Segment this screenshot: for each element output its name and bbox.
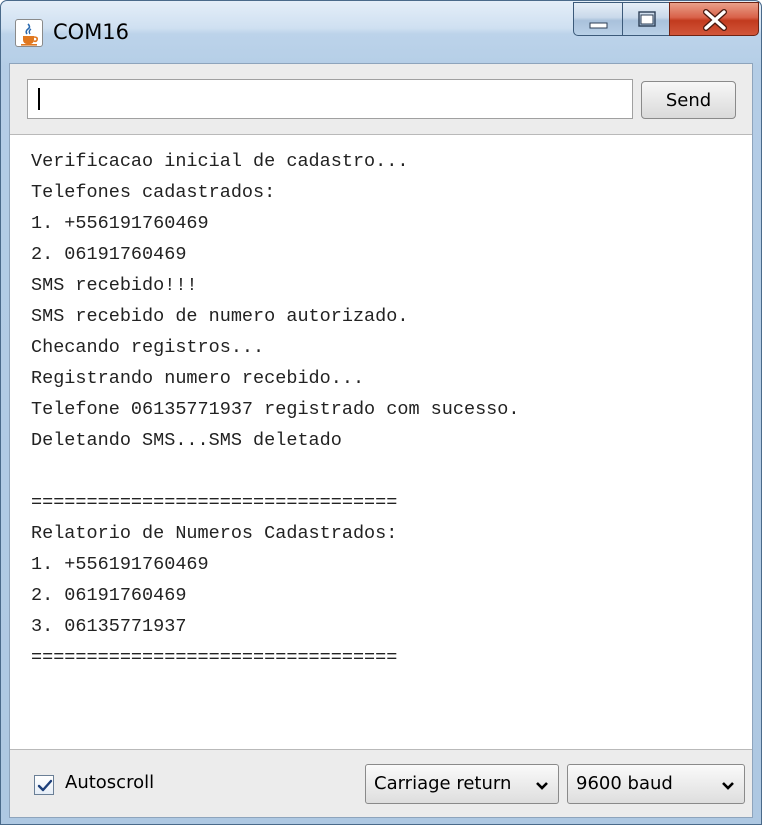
- send-row: Send: [10, 64, 752, 134]
- console-line: 2. 06191760469: [31, 244, 187, 265]
- serial-monitor-client: Send Verificacao inicial de cadastro... …: [9, 63, 753, 818]
- console-line: Deletando SMS...SMS deletado: [31, 430, 342, 451]
- baud-rate-select[interactable]: 9600 baud: [567, 764, 745, 804]
- console-line: Telefone 06135771937 registrado com suce…: [31, 399, 520, 420]
- send-button[interactable]: Send: [641, 81, 736, 119]
- title-bar[interactable]: COM16: [1, 1, 761, 61]
- console-line: Checando registros...: [31, 337, 265, 358]
- autoscroll-label[interactable]: Autoscroll: [65, 772, 154, 793]
- console-line: Telefones cadastrados:: [31, 182, 276, 203]
- chevron-down-icon: [536, 782, 548, 790]
- line-ending-value: Carriage return: [374, 773, 512, 794]
- console-line: Relatorio de Numeros Cadastrados:: [31, 523, 398, 544]
- console-line: Registrando numero recebido...: [31, 368, 365, 389]
- close-button[interactable]: [669, 2, 759, 36]
- console-line: Verificacao inicial de cadastro...: [31, 151, 409, 172]
- maximize-icon: [638, 11, 656, 27]
- console-line: SMS recebido de numero autorizado.: [31, 306, 409, 327]
- java-coffee-cup-icon: [15, 19, 43, 47]
- caption-buttons: [573, 2, 759, 38]
- close-icon: [703, 9, 727, 31]
- minimize-button[interactable]: [573, 2, 623, 36]
- baud-rate-value: 9600 baud: [576, 773, 673, 794]
- line-ending-select[interactable]: Carriage return: [365, 764, 559, 804]
- serial-output[interactable]: Verificacao inicial de cadastro... Telef…: [10, 134, 752, 750]
- console-separator: =================================: [31, 647, 398, 668]
- console-separator: =================================: [31, 492, 398, 513]
- serial-monitor-window: COM16 Send Verificacao inicial de cadast…: [0, 0, 762, 825]
- console-line: 2. 06191760469: [31, 585, 187, 606]
- chevron-down-icon: [722, 782, 734, 790]
- serial-input[interactable]: [27, 79, 633, 119]
- console-line: 3. 06135771937: [31, 616, 187, 637]
- window-title: COM16: [53, 20, 130, 44]
- text-caret: [38, 88, 40, 110]
- minimize-icon: [589, 22, 608, 29]
- console-line: SMS recebido!!!: [31, 275, 198, 296]
- autoscroll-checkbox[interactable]: [34, 775, 54, 795]
- console-line: 1. +556191760469: [31, 554, 209, 575]
- checkmark-icon: [37, 779, 53, 792]
- maximize-button[interactable]: [622, 2, 670, 36]
- bottom-bar: Autoscroll Carriage return 9600 baud: [10, 751, 752, 817]
- console-line: 1. +556191760469: [31, 213, 209, 234]
